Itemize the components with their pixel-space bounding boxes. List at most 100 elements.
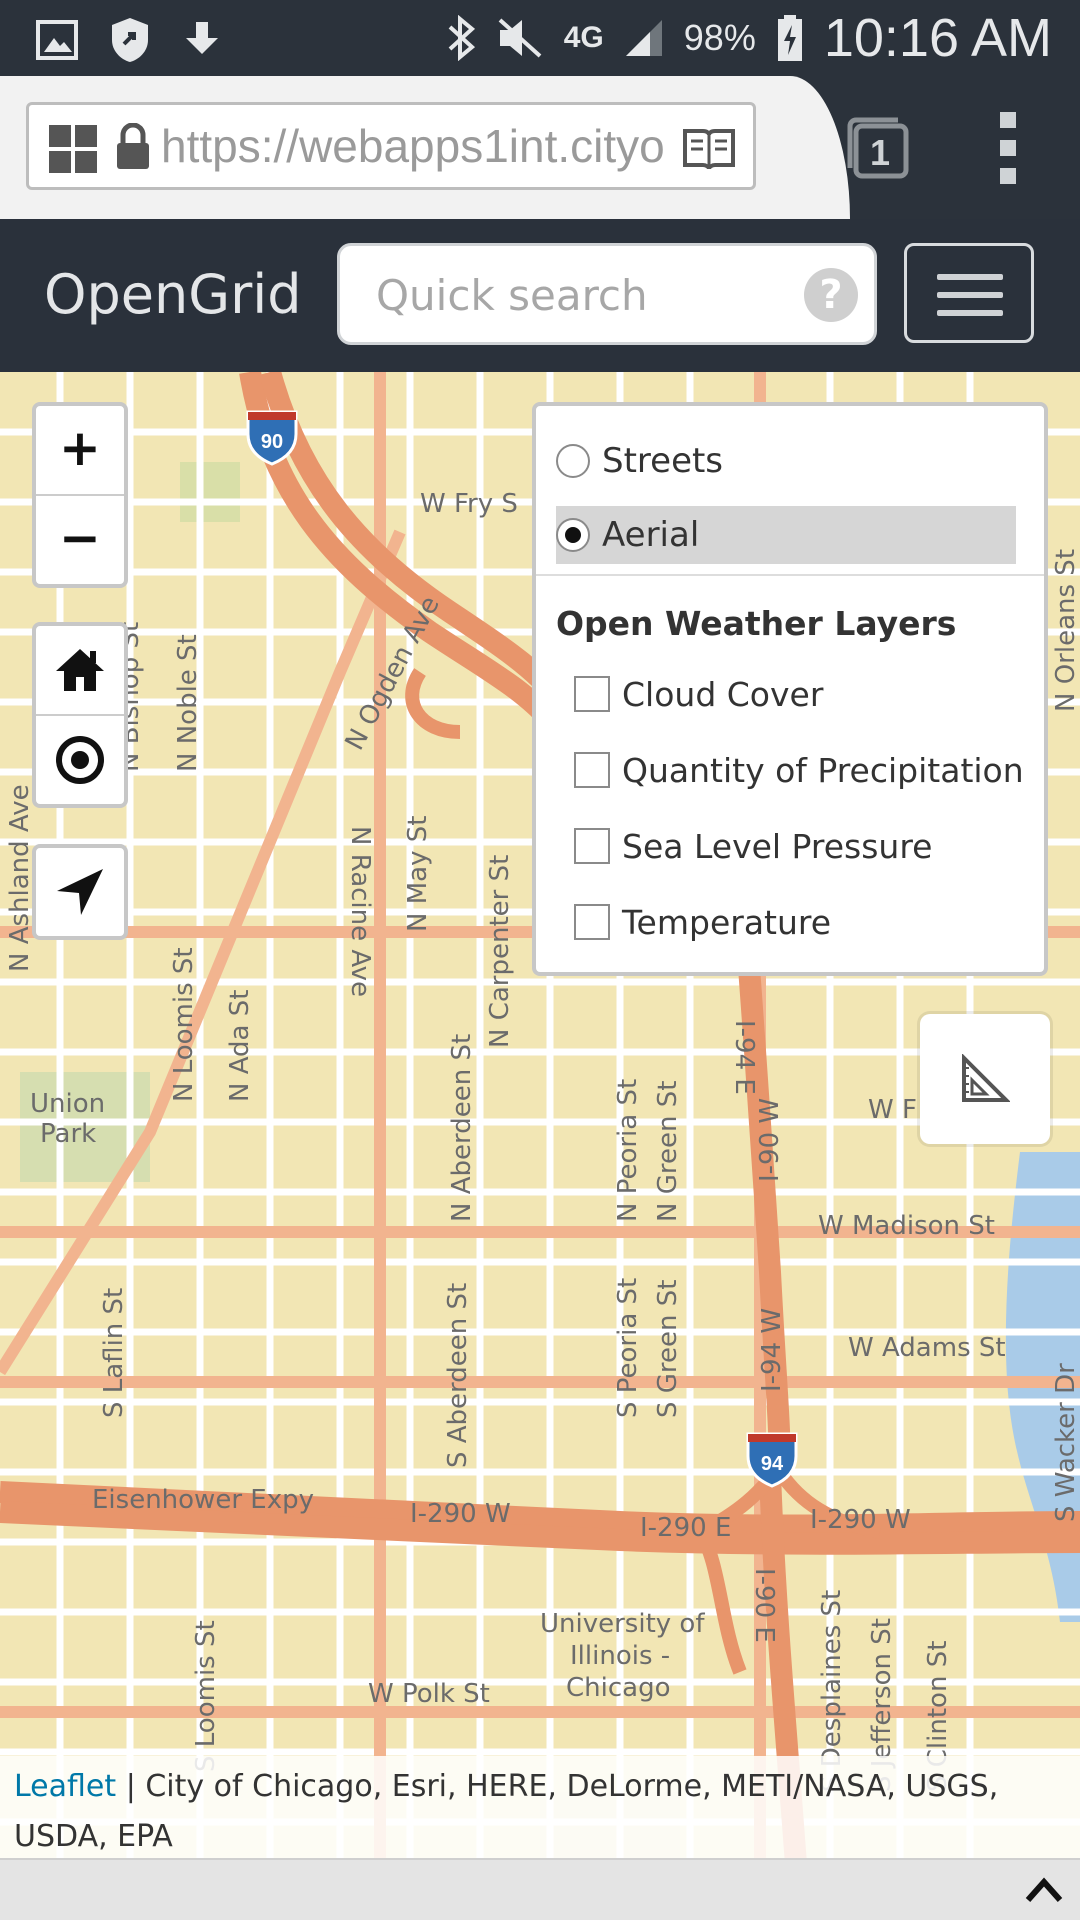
map-label: N Orleans St bbox=[1051, 549, 1080, 712]
signal-icon bbox=[624, 18, 664, 58]
map-label: N Carpenter St bbox=[485, 855, 515, 1048]
map-label: Chicago bbox=[566, 1673, 671, 1703]
search-input[interactable] bbox=[374, 270, 778, 320]
base-layer-streets[interactable]: Streets bbox=[556, 432, 1016, 490]
overlay-label: Cloud Cover bbox=[622, 674, 824, 714]
checkbox[interactable] bbox=[574, 828, 610, 864]
map-label: N Ashland Ave bbox=[5, 784, 35, 972]
url-text[interactable]: https://webapps1int.cityo bbox=[161, 119, 671, 173]
map-label: N Aberdeen St bbox=[447, 1034, 477, 1222]
checkbox[interactable] bbox=[574, 676, 610, 712]
help-icon[interactable]: ? bbox=[804, 268, 858, 322]
locate-target-button[interactable] bbox=[36, 716, 124, 804]
ruler-triangle-icon bbox=[962, 1054, 1010, 1102]
overlay-label: Sea Level Pressure bbox=[622, 826, 933, 866]
map-label: N Racine Ave bbox=[345, 826, 375, 997]
quick-search[interactable]: ? bbox=[337, 243, 877, 345]
layer-control-panel: Streets Aerial Open Weather Layers Cloud… bbox=[532, 402, 1048, 976]
overlay-precipitation[interactable]: Quantity of Precipitation bbox=[574, 746, 1024, 794]
lock-icon bbox=[115, 122, 151, 175]
map-label: S Loomis St bbox=[191, 1620, 221, 1772]
map-label: W F bbox=[868, 1095, 917, 1125]
map-label: N Ada St bbox=[225, 990, 255, 1102]
map-label: S Green St bbox=[653, 1280, 683, 1418]
menu-toggle-button[interactable] bbox=[904, 243, 1034, 343]
brand-logo[interactable]: OpenGrid bbox=[44, 263, 302, 326]
map-label: I-290 W bbox=[410, 1499, 511, 1529]
zoom-control: + − bbox=[32, 402, 128, 588]
location-arrow-icon bbox=[57, 869, 103, 915]
map-label: Park bbox=[40, 1119, 96, 1149]
tab-count: 1 bbox=[870, 132, 891, 173]
map-label: S Peoria St bbox=[613, 1278, 643, 1418]
map-label: I-290 E bbox=[640, 1513, 731, 1543]
gallery-icon bbox=[36, 20, 78, 60]
home-button[interactable] bbox=[36, 626, 124, 716]
base-layer-aerial[interactable]: Aerial bbox=[556, 506, 1016, 564]
lte-icon: 4G bbox=[563, 21, 604, 54]
map-label: N May St bbox=[403, 816, 433, 932]
browser-toolbar: https://webapps1int.cityo 1 bbox=[0, 76, 1080, 219]
leaflet-link[interactable]: Leaflet bbox=[14, 1769, 116, 1804]
radio-button[interactable] bbox=[556, 444, 590, 478]
shield-icon bbox=[108, 16, 152, 64]
bluetooth-icon bbox=[446, 15, 476, 61]
svg-text:90: 90 bbox=[261, 431, 283, 453]
base-layer-label: Streets bbox=[602, 441, 724, 481]
geolocate-button[interactable] bbox=[32, 844, 128, 940]
interstate-shield-90: 90 bbox=[246, 410, 298, 466]
zoom-out-button[interactable]: − bbox=[36, 496, 124, 584]
map-label: N Peoria St bbox=[613, 1079, 643, 1222]
map-label: I-90 E bbox=[749, 1568, 779, 1643]
map-label: I-94 W bbox=[757, 1308, 787, 1392]
overlay-heading: Open Weather Layers bbox=[556, 604, 957, 643]
target-icon bbox=[56, 736, 104, 784]
zoom-in-button[interactable]: + bbox=[36, 406, 124, 496]
apps-icon[interactable] bbox=[49, 125, 99, 179]
park-area bbox=[180, 462, 240, 522]
map-label: N Noble St bbox=[173, 634, 203, 772]
home-icon bbox=[56, 649, 104, 691]
map-nav-control bbox=[32, 622, 128, 808]
url-bar[interactable]: https://webapps1int.cityo bbox=[26, 102, 756, 190]
mute-icon bbox=[496, 16, 544, 60]
map-label: S Wacker Dr bbox=[1051, 1363, 1080, 1522]
checkbox[interactable] bbox=[574, 904, 610, 940]
status-bar: 4G 98% 10:16 AM bbox=[0, 0, 1080, 76]
radio-button-selected[interactable] bbox=[556, 518, 590, 552]
map-label: N Green St bbox=[653, 1081, 683, 1222]
map-label: W Polk St bbox=[368, 1679, 490, 1709]
measure-button[interactable] bbox=[920, 1014, 1050, 1144]
map-label: I-290 W bbox=[810, 1505, 911, 1535]
menu-dots-icon[interactable] bbox=[998, 112, 1020, 184]
overlay-sea-level-pressure[interactable]: Sea Level Pressure bbox=[574, 822, 932, 870]
map-label: N Loomis St bbox=[169, 947, 199, 1102]
battery-level: 98% bbox=[683, 17, 756, 58]
chevron-up-icon[interactable] bbox=[1024, 1874, 1064, 1908]
bottom-drawer-bar[interactable] bbox=[0, 1858, 1080, 1920]
clock: 10:16 AM bbox=[823, 8, 1052, 68]
checkbox[interactable] bbox=[574, 752, 610, 788]
reader-mode-icon[interactable] bbox=[681, 127, 737, 175]
overlay-cloud-cover[interactable]: Cloud Cover bbox=[574, 670, 823, 718]
app-navbar: OpenGrid ? bbox=[0, 219, 1080, 372]
map-attribution: Leaflet | City of Chicago, Esri, HERE, D… bbox=[0, 1756, 1080, 1858]
battery-charging-icon bbox=[776, 15, 804, 61]
map-label: I-94 E bbox=[729, 1020, 759, 1095]
overlay-label: Temperature bbox=[622, 902, 832, 942]
hamburger-line bbox=[937, 274, 1003, 280]
map-label: S Aberdeen St bbox=[443, 1283, 473, 1468]
attribution-text: | City of Chicago, Esri, HERE, DeLorme, … bbox=[14, 1769, 999, 1854]
base-layer-label: Aerial bbox=[602, 515, 700, 555]
tabs-button[interactable]: 1 bbox=[846, 116, 909, 179]
map-label: Union bbox=[30, 1089, 105, 1119]
overlay-label: Quantity of Precipitation bbox=[622, 750, 1024, 790]
svg-text:94: 94 bbox=[761, 1453, 784, 1475]
map-label: W Madison St bbox=[818, 1211, 995, 1241]
overlay-temperature[interactable]: Temperature bbox=[574, 898, 831, 946]
map-label: W Adams St bbox=[848, 1333, 1006, 1363]
map-label: S Laflin St bbox=[99, 1288, 129, 1418]
map-label: Illinois - bbox=[570, 1641, 670, 1671]
map-label: I-90 W bbox=[755, 1098, 785, 1182]
download-icon bbox=[182, 20, 222, 60]
